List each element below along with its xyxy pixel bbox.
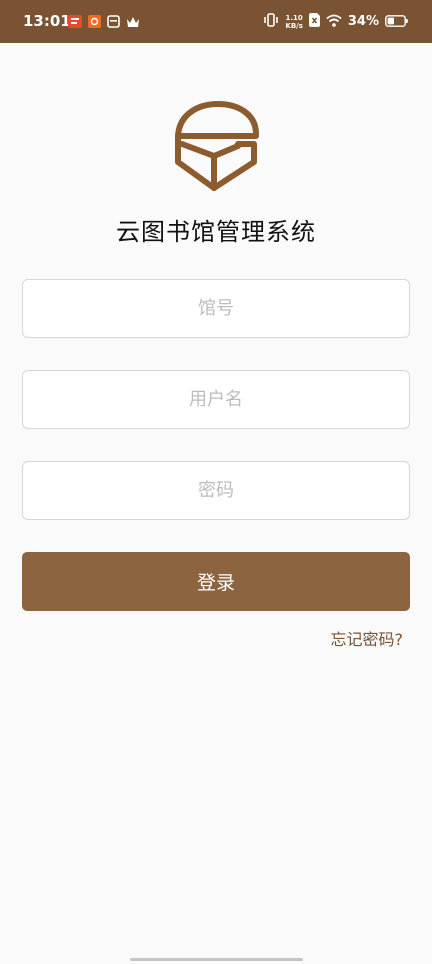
app-logo bbox=[172, 100, 260, 192]
no-sim-icon bbox=[308, 12, 320, 31]
weibo-notification-icon bbox=[68, 13, 82, 32]
library-number-input[interactable] bbox=[22, 279, 410, 338]
username-input[interactable] bbox=[22, 370, 410, 429]
home-indicator[interactable] bbox=[130, 958, 303, 961]
crown-icon bbox=[126, 13, 140, 32]
password-input[interactable] bbox=[22, 461, 410, 520]
notification-icons bbox=[68, 14, 140, 30]
network-speed-value: 1.10 bbox=[285, 13, 303, 22]
app-title: 云图书馆管理系统 bbox=[116, 218, 316, 246]
battery-icon bbox=[385, 12, 408, 31]
vibrate-icon bbox=[263, 12, 279, 31]
logo-graphic bbox=[175, 101, 259, 191]
battery-percentage: 34% bbox=[347, 14, 379, 29]
app-notification-icon bbox=[88, 13, 101, 32]
network-speed: 1.10 KB/s bbox=[285, 14, 302, 30]
calendar-notification-icon bbox=[107, 13, 120, 32]
network-speed-unit: KB/s bbox=[285, 21, 303, 30]
wifi-icon bbox=[326, 12, 342, 31]
status-time: 13:01 bbox=[23, 12, 71, 30]
status-bar: 13:01 1.10 KB/s 34% bbox=[0, 0, 432, 43]
forgot-password-link[interactable]: 忘记密码? bbox=[331, 626, 404, 650]
login-button[interactable]: 登录 bbox=[22, 552, 410, 611]
system-indicators: 1.10 KB/s 34% bbox=[263, 0, 408, 43]
